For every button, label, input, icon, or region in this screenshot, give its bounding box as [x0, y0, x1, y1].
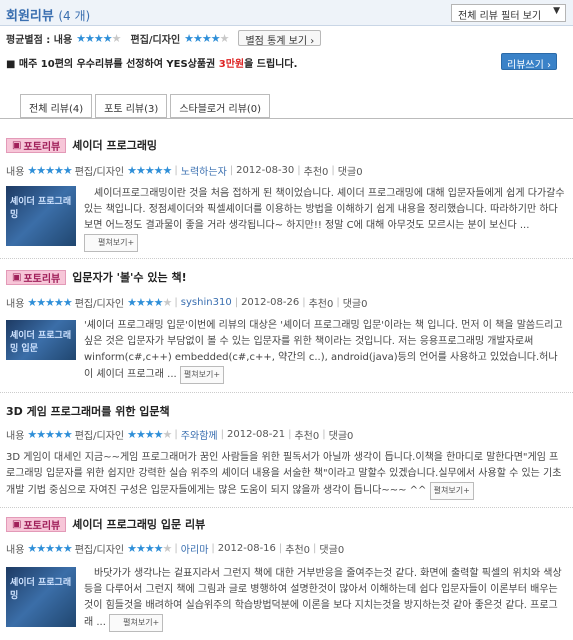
tab-all-reviews[interactable]: 전체 리뷰(4): [20, 94, 93, 118]
expand-button[interactable]: 펼쳐보기+: [179, 366, 225, 384]
header-bar: 회원리뷰 (4 개) 전체 리뷰 필터 보기 ▼: [0, 0, 573, 26]
reviewer-link[interactable]: 노력하는자: [181, 163, 227, 178]
content-stars: ★★★★★: [27, 428, 72, 441]
review-header: ▣ 포토리뷰 입문자가 '볼'수 있는 책!: [6, 269, 187, 285]
review-meta: 내용 ★★★★★ 편집/디자인 ★★★★★ | syshin310 | 2012-08-…: [6, 295, 368, 310]
content-stars: ★★★★★: [27, 164, 72, 177]
review-header: ▣ 포토리뷰 셰이더 프로그래밍 입문 리뷰: [6, 516, 205, 532]
review-title[interactable]: 셰이더 프로그래밍: [72, 137, 157, 153]
notice-text: ■ 매주 10편의 우수리뷰를 선정하여 YES상품권 3만원을 드립니다.: [6, 59, 298, 70]
tab-divider: [0, 118, 573, 119]
expand-button[interactable]: 펼쳐보기+: [109, 614, 164, 632]
camera-icon: ▣: [12, 518, 22, 530]
reviewer-link[interactable]: 주와함께: [181, 427, 218, 442]
comment-count[interactable]: 댓글0: [343, 295, 368, 310]
content-rating-stars: ★★★★★: [76, 31, 121, 45]
content-stars: ★★★★★: [27, 542, 72, 555]
chevron-down-icon: ▼: [553, 6, 560, 16]
tab-photo-reviews[interactable]: 포토 리뷰(3): [95, 94, 168, 118]
review-meta: 내용 ★★★★★ 편집/디자인 ★★★★★ | 아리마 | 2012-08-16 | 추천…: [6, 541, 345, 556]
review-body: 셰이더프로그래밍이란 것을 처음 접하게 된 책이었습니다. 셰이더 프로그래밍…: [84, 186, 566, 252]
comment-count[interactable]: 댓글0: [319, 541, 344, 556]
review-body: 3D 게임이 대세인 지금~~게임 프로그래머가 꿈인 사람들을 위한 필독서가…: [6, 450, 566, 500]
review-photo[interactable]: 셰이더 프로그래밍: [6, 567, 76, 627]
page-title: 회원리뷰 (4 개): [6, 9, 91, 24]
edit-stars: ★★★★★: [127, 428, 172, 441]
review-header: 3D 게임 프로그래머를 위한 입문책: [6, 403, 170, 419]
review-divider: [0, 507, 573, 508]
review-photo[interactable]: 셰이더 프로그래밍 입문: [6, 320, 76, 360]
photo-review-badge: ▣ 포토리뷰: [6, 269, 67, 285]
review-date: 2012-08-21: [226, 429, 286, 440]
camera-icon: ▣: [12, 139, 22, 151]
write-review-button[interactable]: 리뷰쓰기 ›: [501, 53, 557, 71]
review-filter-select[interactable]: 전체 리뷰 필터 보기 ▼: [451, 4, 566, 22]
review-header: ▣ 포토리뷰 셰이더 프로그래밍: [6, 137, 157, 153]
camera-icon: ▣: [12, 271, 22, 283]
review-divider: [0, 258, 573, 259]
reviewer-link[interactable]: syshin310: [181, 297, 232, 308]
editing-rating-stars: ★★★★★: [184, 31, 229, 45]
edit-stars: ★★★★★: [127, 164, 172, 177]
review-body: '셰이더 프로그래밍 입문'이번에 리뷰의 대상은 '셰이더 프로그래밍 입문'…: [84, 318, 566, 384]
edit-stars: ★★★★★: [127, 296, 172, 309]
review-date: 2012-08-26: [241, 297, 300, 308]
review-meta: 내용 ★★★★★ 편집/디자인 ★★★★★ | 노력하는자 | 2012-08-30 |…: [6, 163, 363, 178]
tab-starblogger-reviews[interactable]: 스타블로거 리뷰(0): [170, 94, 271, 118]
comment-count[interactable]: 댓글0: [338, 163, 363, 178]
review-title[interactable]: 입문자가 '볼'수 있는 책!: [72, 269, 186, 285]
review-photo[interactable]: 셰이더 프로그래밍: [6, 186, 76, 246]
rating-summary: 평균별점 : 내용 ★★★★★ 편집/디자인 ★★★★★ 별점 통계 보기 ›: [6, 30, 322, 47]
recommend-count[interactable]: 추천0: [309, 295, 334, 310]
review-divider: [0, 392, 573, 393]
photo-review-badge: ▣ 포토리뷰: [6, 137, 67, 153]
expand-button[interactable]: 펼쳐보기+: [429, 482, 474, 500]
review-title[interactable]: 3D 게임 프로그래머를 위한 입문책: [6, 403, 170, 419]
review-title[interactable]: 셰이더 프로그래밍 입문 리뷰: [72, 516, 205, 532]
reviewer-link[interactable]: 아리마: [181, 541, 209, 556]
recommend-count[interactable]: 추천0: [304, 163, 329, 178]
review-date: 2012-08-16: [217, 543, 276, 554]
review-meta: 내용 ★★★★★ 편집/디자인 ★★★★★ | 주와함께 | 2012-08-21 | 추…: [6, 427, 354, 442]
review-tabs: 전체 리뷰(4) 포토 리뷰(3) 스타블로거 리뷰(0): [20, 94, 271, 118]
edit-stars: ★★★★★: [127, 542, 172, 555]
recommend-count[interactable]: 추천0: [294, 427, 319, 442]
photo-review-badge: ▣ 포토리뷰: [6, 516, 67, 532]
recommend-count[interactable]: 추천0: [285, 541, 310, 556]
expand-button[interactable]: 펼쳐보기+: [84, 234, 139, 252]
comment-count[interactable]: 댓글0: [329, 427, 354, 442]
content-stars: ★★★★★: [27, 296, 72, 309]
rating-stats-button[interactable]: 별점 통계 보기 ›: [238, 30, 322, 47]
review-count: (4 개): [58, 9, 91, 23]
review-date: 2012-08-30: [236, 165, 295, 176]
review-body: 바닷가가 생각나는 겉표지라서 그런지 책에 대한 거부반응을 줄여주는것 같다…: [84, 566, 566, 632]
